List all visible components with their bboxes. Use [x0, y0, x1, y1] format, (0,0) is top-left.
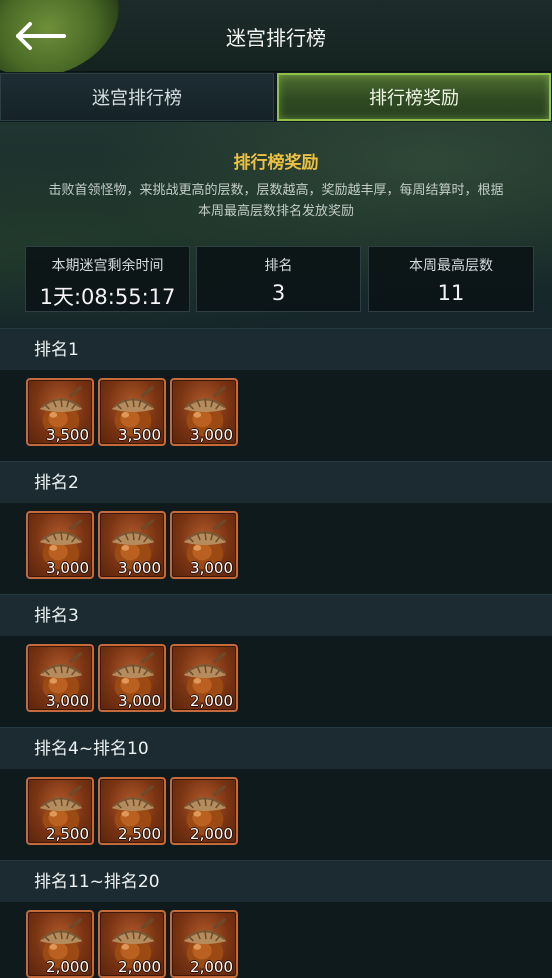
reward-quantity: 3,500: [118, 426, 161, 444]
rank-tier-header: 排名1: [0, 328, 552, 370]
reward-item[interactable]: 3,000: [170, 378, 238, 446]
rank-tier-rewards: 3,000 3,000 2,000: [0, 636, 552, 727]
top-bar: 迷宫排行榜: [0, 0, 552, 96]
tab-bar: 迷宫排行榜 排行榜奖励: [0, 72, 552, 122]
reward-item[interactable]: 2,000: [170, 910, 238, 978]
reward-item[interactable]: 2,500: [98, 777, 166, 845]
rank-tier-header: 排名2: [0, 461, 552, 503]
reward-quantity: 3,000: [46, 559, 89, 577]
stat-rank: 排名 3: [196, 246, 361, 312]
stat-value: 11: [437, 281, 465, 305]
reward-item[interactable]: 3,500: [26, 378, 94, 446]
stat-label: 排名: [264, 258, 293, 274]
tab-ranking-rewards[interactable]: 排行榜奖励: [277, 73, 551, 121]
reward-item[interactable]: 2,000: [26, 910, 94, 978]
reward-item[interactable]: 2,000: [98, 910, 166, 978]
reward-quantity: 2,000: [190, 958, 233, 976]
rank-tier-rewards: 2,500 2,500 2,000: [0, 769, 552, 860]
reward-item[interactable]: 2,000: [170, 777, 238, 845]
reward-quantity: 2,500: [46, 825, 89, 843]
page-title: 迷宫排行榜: [226, 26, 326, 50]
intro-description: 击败首领怪物，来挑战更高的层数，层数越高，奖励越丰厚，每周结算时，根据本周最高层…: [48, 183, 504, 219]
stat-label: 本期迷宫剩余时间: [51, 258, 164, 274]
reward-item[interactable]: 3,000: [26, 644, 94, 712]
stat-highest-floor: 本周最高层数 11: [368, 246, 534, 312]
reward-quantity: 3,000: [118, 692, 161, 710]
tab-maze-ranking[interactable]: 迷宫排行榜: [0, 73, 274, 121]
reward-quantity: 3,500: [46, 426, 89, 444]
rank-tier-rewards: 3,500 3,500 3,000: [0, 370, 552, 461]
reward-quantity: 2,000: [118, 958, 161, 976]
reward-item[interactable]: 3,000: [26, 511, 94, 579]
stat-label: 本周最高层数: [409, 258, 493, 274]
stat-value: 1天:08:55:17: [39, 285, 176, 309]
reward-quantity: 3,000: [46, 692, 89, 710]
reward-item[interactable]: 3,000: [98, 644, 166, 712]
reward-item[interactable]: 3,000: [98, 511, 166, 579]
reward-quantity: 3,000: [190, 559, 233, 577]
rank-tier-header: 排名11~排名20: [0, 860, 552, 902]
rank-tier-rewards: 3,000 3,000 3,000: [0, 503, 552, 594]
reward-quantity: 2,000: [190, 825, 233, 843]
reward-item[interactable]: 2,500: [26, 777, 94, 845]
reward-quantity: 2,500: [118, 825, 161, 843]
reward-item[interactable]: 3,500: [98, 378, 166, 446]
rank-tier-header: 排名3: [0, 594, 552, 636]
intro-title: 排行榜奖励: [233, 153, 319, 173]
rank-tier-header: 排名4~排名10: [0, 727, 552, 769]
reward-quantity: 2,000: [190, 692, 233, 710]
reward-quantity: 3,000: [118, 559, 161, 577]
reward-item[interactable]: 3,000: [170, 511, 238, 579]
stat-remaining-time: 本期迷宫剩余时间 1天:08:55:17: [25, 246, 190, 312]
reward-item[interactable]: 2,000: [170, 644, 238, 712]
reward-intro-panel: 排行榜奖励 击败首领怪物，来挑战更高的层数，层数越高，奖励越丰厚，每周结算时，根…: [0, 122, 552, 328]
rank-tier-rewards: 2,000 2,000 2,000: [0, 902, 552, 978]
stat-value: 3: [271, 281, 286, 305]
reward-quantity: 3,000: [190, 426, 233, 444]
reward-quantity: 2,000: [46, 958, 89, 976]
